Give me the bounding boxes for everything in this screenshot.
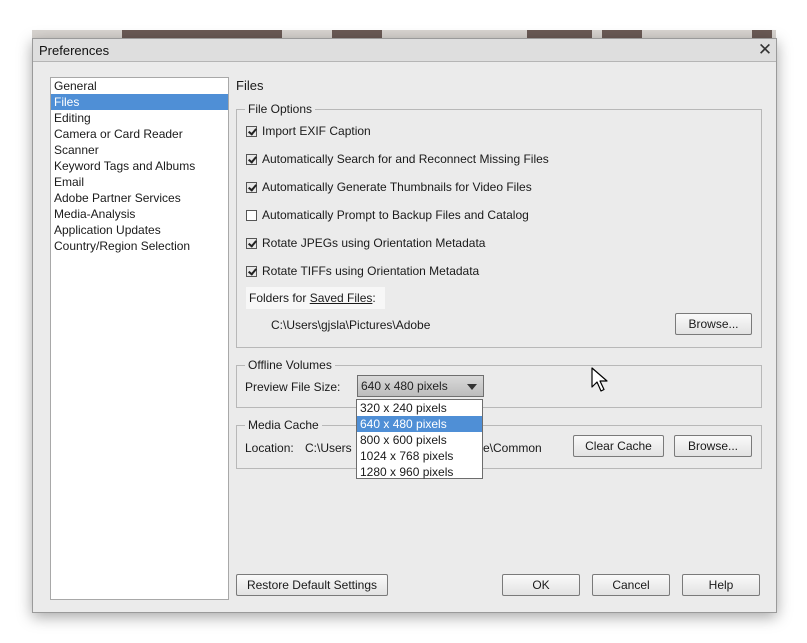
checkbox-icon[interactable] xyxy=(246,181,257,193)
clear-cache-button[interactable]: Clear Cache xyxy=(573,435,664,457)
folders-label: Folders for Saved Files: xyxy=(249,291,376,305)
saved-files-link[interactable]: Saved Files xyxy=(310,291,373,305)
reconnect-missing-files-checkbox[interactable]: Automatically Search for and Reconnect M… xyxy=(246,151,549,167)
ok-button[interactable]: OK xyxy=(502,574,580,596)
rotate-tiffs-checkbox[interactable]: Rotate TIFFs using Orientation Metadata xyxy=(246,263,479,279)
mouse-pointer-icon xyxy=(591,367,608,392)
location-path-end: e\Common xyxy=(483,441,542,455)
preferences-dialog: Preferences ✕ General Files Editing Came… xyxy=(32,38,777,613)
offline-volumes-group: Offline Volumes Preview File Size: 640 x… xyxy=(236,358,762,408)
cancel-button[interactable]: Cancel xyxy=(592,574,670,596)
sidebar-item-application-updates[interactable]: Application Updates xyxy=(51,222,228,238)
location-path-start: C:\Users xyxy=(305,441,352,455)
checkbox-icon[interactable] xyxy=(246,125,257,137)
restore-default-settings-button[interactable]: Restore Default Settings xyxy=(236,574,388,596)
checkbox-label: Automatically Search for and Reconnect M… xyxy=(262,152,549,166)
sidebar-item-camera-card-reader[interactable]: Camera or Card Reader xyxy=(51,126,228,142)
dialog-titlebar: Preferences ✕ xyxy=(33,39,776,62)
checkbox-icon[interactable] xyxy=(246,265,257,277)
checkbox-label: Automatically Generate Thumbnails for Vi… xyxy=(262,180,532,194)
media-cache-group: Media Cache Location: C:\Users e\Common … xyxy=(236,418,762,469)
import-exif-caption-checkbox[interactable]: Import EXIF Caption xyxy=(246,123,371,139)
chevron-down-icon[interactable] xyxy=(467,384,477,390)
sidebar-item-email[interactable]: Email xyxy=(51,174,228,190)
sidebar-item-media-analysis[interactable]: Media-Analysis xyxy=(51,206,228,222)
sidebar-item-files[interactable]: Files xyxy=(51,94,228,110)
checkbox-label: Rotate TIFFs using Orientation Metadata xyxy=(262,264,480,278)
saved-files-folder-label-box: Folders for Saved Files: xyxy=(246,287,385,309)
media-cache-browse-button[interactable]: Browse... xyxy=(674,435,752,457)
preview-file-size-select[interactable]: 640 x 480 pixels xyxy=(357,375,484,397)
page-title: Files xyxy=(236,78,264,93)
prompt-backup-checkbox[interactable]: Automatically Prompt to Backup Files and… xyxy=(246,207,529,223)
checkbox-icon[interactable] xyxy=(246,237,257,249)
dropdown-option[interactable]: 1280 x 960 pixels xyxy=(357,464,482,480)
checkbox-icon[interactable] xyxy=(246,153,257,165)
folders-suffix: : xyxy=(372,291,376,305)
checkbox-label: Import EXIF Caption xyxy=(262,124,371,138)
saved-files-path: C:\Users\gjsla\Pictures\Adobe xyxy=(271,318,431,332)
rotate-jpegs-checkbox[interactable]: Rotate JPEGs using Orientation Metadata xyxy=(246,235,485,251)
generate-video-thumbnails-checkbox[interactable]: Automatically Generate Thumbnails for Vi… xyxy=(246,179,532,195)
checkbox-icon[interactable] xyxy=(246,209,257,221)
preferences-category-list: General Files Editing Camera or Card Rea… xyxy=(50,77,229,600)
help-button[interactable]: Help xyxy=(682,574,760,596)
sidebar-item-country-region[interactable]: Country/Region Selection xyxy=(51,238,228,254)
saved-files-browse-button[interactable]: Browse... xyxy=(675,313,752,335)
sidebar-item-general[interactable]: General xyxy=(51,78,228,94)
checkbox-label: Automatically Prompt to Backup Files and… xyxy=(262,208,529,222)
offline-volumes-legend: Offline Volumes xyxy=(245,358,335,372)
close-icon[interactable]: ✕ xyxy=(756,39,774,60)
file-options-group: File Options Import EXIF Caption Automat… xyxy=(236,102,762,348)
sidebar-item-scanner[interactable]: Scanner xyxy=(51,142,228,158)
preview-file-size-dropdown-list: 320 x 240 pixels 640 x 480 pixels 800 x … xyxy=(356,399,483,479)
dropdown-option-selected[interactable]: 640 x 480 pixels xyxy=(357,416,482,432)
sidebar-item-adobe-partner-services[interactable]: Adobe Partner Services xyxy=(51,190,228,206)
media-cache-legend: Media Cache xyxy=(245,418,322,432)
preview-file-size-label: Preview File Size: xyxy=(245,380,341,394)
folders-prefix: Folders for xyxy=(249,291,310,305)
dropdown-option[interactable]: 1024 x 768 pixels xyxy=(357,448,482,464)
location-label: Location: xyxy=(245,441,294,455)
dialog-title: Preferences xyxy=(39,43,110,58)
preview-file-size-value: 640 x 480 pixels xyxy=(361,379,448,393)
sidebar-item-editing[interactable]: Editing xyxy=(51,110,228,126)
sidebar-item-keyword-tags[interactable]: Keyword Tags and Albums xyxy=(51,158,228,174)
dropdown-option[interactable]: 800 x 600 pixels xyxy=(357,432,482,448)
checkbox-label: Rotate JPEGs using Orientation Metadata xyxy=(262,236,486,250)
dropdown-option[interactable]: 320 x 240 pixels xyxy=(357,400,482,416)
file-options-legend: File Options xyxy=(245,102,316,116)
